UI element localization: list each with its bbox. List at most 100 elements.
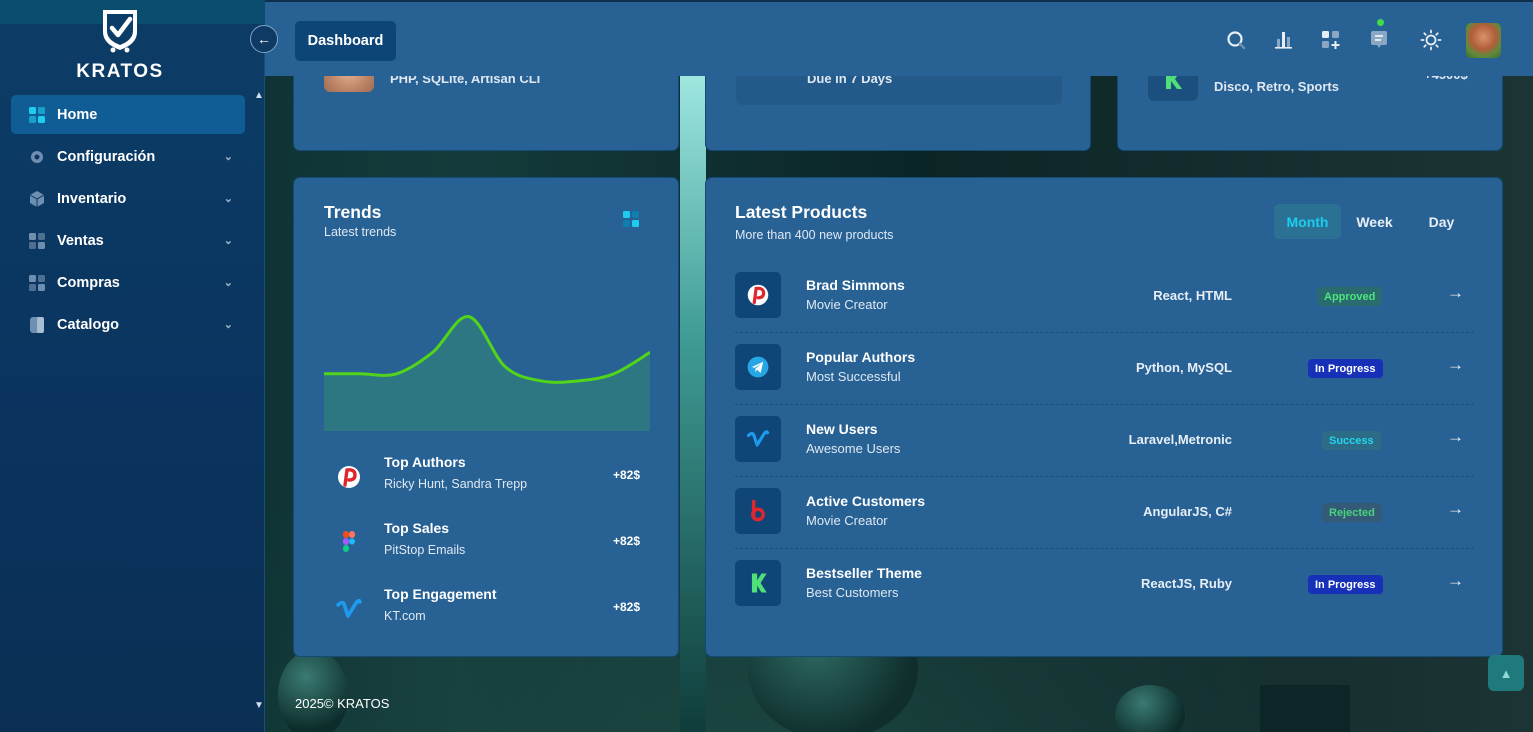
- trend-item[interactable]: Top Sales PitStop Emails +82$: [334, 520, 654, 570]
- header: Dashboard: [265, 0, 1533, 76]
- product-name: Active Customers: [806, 493, 926, 509]
- product-name: Popular Authors: [806, 349, 916, 365]
- sidebar-item-catalogo[interactable]: Catalogo ⌄: [11, 305, 245, 344]
- product-tech: Python, MySQL: [1135, 360, 1232, 375]
- product-subtitle: Movie Creator: [806, 297, 888, 312]
- trend-name: Top Sales: [384, 520, 450, 536]
- trend-item[interactable]: Top Authors Ricky Hunt, Sandra Trepp +82…: [334, 454, 654, 504]
- telegram-icon: [735, 344, 781, 390]
- arrow-right-icon[interactable]: →: [1447, 355, 1464, 375]
- apps-add-icon[interactable]: [1320, 29, 1342, 51]
- trends-chart: [324, 315, 650, 431]
- sidebar-item-ventas[interactable]: Ventas ⌄: [11, 221, 245, 260]
- bebo-icon: [735, 488, 781, 534]
- tab-month[interactable]: Month: [1274, 204, 1341, 239]
- trend-subtitle: KT.com: [384, 609, 426, 623]
- product-name: New Users: [806, 421, 878, 437]
- tab-day[interactable]: Day: [1408, 204, 1475, 239]
- sun-icon[interactable]: [1420, 29, 1442, 51]
- table-row[interactable]: Brad Simmons Movie Creator React, HTML A…: [735, 261, 1474, 333]
- status-badge: In Progress: [1308, 359, 1383, 378]
- logo-text: KRATOS: [76, 61, 164, 82]
- kickstarter-icon: [735, 560, 781, 606]
- trends-subtitle: Latest trends: [324, 225, 397, 239]
- notification-dot: [1377, 19, 1384, 26]
- product-subtitle: Most Successful: [806, 369, 901, 384]
- chart-icon[interactable]: [1272, 29, 1294, 51]
- trend-value: +82$: [612, 468, 640, 482]
- arrow-up-icon: ▲: [1499, 665, 1513, 681]
- sidebar-item-label: Catalogo: [57, 316, 120, 333]
- chevron-down-icon: ⌄: [223, 319, 233, 331]
- arrow-left-icon: ←: [257, 31, 271, 47]
- trend-name: Top Engagement: [384, 586, 497, 602]
- status-badge: Approved: [1317, 287, 1383, 306]
- trend-subtitle: Ricky Hunt, Sandra Trepp: [384, 477, 528, 491]
- trends-card: Trends Latest trends Top Authors Ricky H…: [293, 177, 679, 657]
- chevron-down-icon: ⌄: [223, 277, 233, 289]
- product-name: Brad Simmons: [806, 277, 905, 293]
- sidebar-item-home[interactable]: Home: [11, 95, 245, 134]
- sidebar-item-label: Ventas: [57, 232, 104, 249]
- book-icon: [28, 316, 46, 334]
- sidebar-item-label: Configuración: [57, 148, 156, 165]
- vimeo-icon: [735, 416, 781, 462]
- grid-icon: [28, 274, 46, 292]
- table-row[interactable]: Active Customers Movie Creator AngularJS…: [735, 477, 1474, 549]
- figma-icon: [334, 528, 364, 558]
- sidebar-item-configuracion[interactable]: Configuración ⌄: [11, 137, 245, 176]
- chevron-down-icon: ⌄: [223, 235, 233, 247]
- trend-item[interactable]: Top Engagement KT.com +82$: [334, 586, 654, 636]
- table-row[interactable]: New Users Awesome Users Laravel,Metronic…: [735, 405, 1474, 477]
- grid-icon: [28, 232, 46, 250]
- background-pillar: [680, 76, 706, 732]
- sidebar-collapse-button[interactable]: ←: [250, 25, 278, 53]
- status-badge: Rejected: [1322, 503, 1382, 522]
- product-name: Bestseller Theme: [806, 565, 922, 581]
- products-subtitle: More than 400 new products: [735, 228, 894, 242]
- logo-shield-icon: [103, 10, 137, 53]
- status-badge: In Progress: [1308, 575, 1383, 594]
- table-row[interactable]: Popular Authors Most Successful Python, …: [735, 333, 1474, 405]
- trend-name: Top Authors: [384, 454, 466, 470]
- avatar[interactable]: [1466, 23, 1501, 58]
- footer-copyright: 2025© KRATOS: [295, 696, 390, 711]
- sidebar-item-label: Compras: [57, 274, 120, 291]
- chat-icon[interactable]: [1368, 29, 1390, 51]
- pinterest-p-icon: [334, 462, 364, 492]
- trend-value: +82$: [612, 600, 640, 614]
- sidebar: KRATOS ▲ Home Configuración ⌄ Inventario…: [0, 0, 265, 732]
- arrow-right-icon[interactable]: →: [1447, 571, 1464, 591]
- trends-title: Trends: [324, 202, 382, 222]
- sidebar-scroll-down-icon[interactable]: ▼: [254, 700, 264, 711]
- status-badge: Success: [1322, 431, 1381, 450]
- box-icon: [28, 190, 46, 208]
- scroll-top-button[interactable]: ▲: [1488, 655, 1524, 691]
- arrow-right-icon[interactable]: →: [1447, 427, 1464, 447]
- chevron-down-icon: ⌄: [223, 193, 233, 205]
- sidebar-item-inventario[interactable]: Inventario ⌄: [11, 179, 245, 218]
- dashboard-button[interactable]: Dashboard: [295, 21, 396, 61]
- home-grid-icon: [28, 106, 46, 124]
- product-subtitle: Awesome Users: [806, 441, 901, 456]
- menu-grid-icon[interactable]: [623, 211, 641, 234]
- search-icon[interactable]: [1225, 29, 1247, 51]
- background-sphere: [278, 650, 348, 732]
- logo[interactable]: KRATOS: [70, 4, 170, 83]
- arrow-right-icon[interactable]: →: [1447, 283, 1464, 303]
- sidebar-item-compras[interactable]: Compras ⌄: [11, 263, 245, 302]
- background-block: [1260, 685, 1350, 732]
- products-title: Latest Products: [735, 202, 868, 222]
- sidebar-scroll-up-icon[interactable]: ▲: [254, 90, 264, 101]
- tab-week[interactable]: Week: [1341, 204, 1408, 239]
- product-subtitle: Movie Creator: [806, 513, 888, 528]
- latest-products-card: Latest Products More than 400 new produc…: [705, 177, 1503, 657]
- sidebar-menu: Home Configuración ⌄ Inventario ⌄ Ventas…: [11, 95, 245, 347]
- product-tech: AngularJS, C#: [1143, 504, 1232, 519]
- product-tech: ReactJS, Ruby: [1140, 576, 1232, 591]
- table-row[interactable]: Bestseller Theme Best Customers ReactJS,…: [735, 549, 1474, 621]
- arrow-right-icon[interactable]: →: [1447, 499, 1464, 519]
- period-tabs: Month Week Day: [1274, 204, 1475, 239]
- gear-icon: [28, 148, 46, 166]
- pinterest-p-icon: [735, 272, 781, 318]
